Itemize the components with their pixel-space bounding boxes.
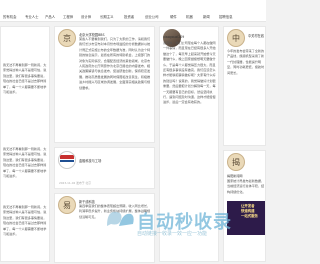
post-author[interactable]: 揭阳新闻网 xyxy=(227,173,242,178)
post-author[interactable]: 中关村在线 xyxy=(248,33,264,38)
avatar: 易 xyxy=(58,196,76,214)
post-card[interactable]: 中 中关村在线 今年的发布会带来了全新的产品线，旗舰机型采用了新一代处理器，性能… xyxy=(223,26,266,146)
nav-item[interactable]: 设计师 xyxy=(81,14,91,19)
post-card[interactable]: 金融科技与工场 2023-11-02 发布于 北京 xyxy=(54,147,155,189)
nav-item[interactable]: 长期主义 xyxy=(100,14,114,19)
left-column-text-2: 我无法不再看到那一则新闻，大家觉得这种人是不是很可怕，说到这里，我们有很多事情要… xyxy=(3,147,47,179)
watermark: 自动秒收录 自动链接一收录一效一应一功能 xyxy=(105,208,260,237)
nav-item[interactable]: 硬件 xyxy=(170,14,177,19)
company-logo-icon xyxy=(60,155,74,162)
nav-item[interactable]: 的有机会 xyxy=(3,14,17,19)
post-author[interactable]: xiaogouzi209 xyxy=(163,35,184,39)
nav-item[interactable]: 招聘信息 xyxy=(219,14,233,19)
avatar: 中 xyxy=(227,29,245,47)
watermark-logo-icon xyxy=(107,211,134,226)
post-meta: 2023-11-02 发布于 北京 xyxy=(59,181,92,185)
top-nav: 的有机会 专业人士 产品人 工程师 设计师 长期主义 投资者 创业公司 硬件 机… xyxy=(0,0,266,22)
avatar: 揭 xyxy=(227,153,245,171)
nav-item[interactable]: 投资者 xyxy=(124,14,134,19)
left-column-card: 我无法不再看到那一则新闻，大家觉得这种人是不是很可怕，说到这里，我们有很多事情要… xyxy=(0,26,50,262)
left-column-text-3: 我无法不再看到那一则新闻，大家觉得这种人是不是很可怕，说到这里，我们有很多事情要… xyxy=(3,205,47,237)
post-card[interactable]: 京 北京大学校园BBS 某些人不要看到我们，只为了大家的工作，请和我们我们长沙市… xyxy=(54,26,155,143)
nav-item[interactable]: 创业公司 xyxy=(145,14,159,19)
post-text: 某些人不要看到我们，只为了大家的工作，请和我们我们长沙市宣布对本月份市场监控的分… xyxy=(79,37,151,90)
avatar: 京 xyxy=(58,29,76,47)
nav-item[interactable]: 产品人 xyxy=(45,14,55,19)
post-author[interactable]: 金融科技与工场 xyxy=(79,158,101,163)
post-card[interactable]: 揭 揭阳新闻网 国家统计局发布最新数据，当前经济运行总体平稳，结构持续优化。 让… xyxy=(223,150,266,262)
post-text: 国家统计局发布最新数据，当前经济运行总体平稳，结构持续优化。 xyxy=(227,179,265,194)
avatar xyxy=(58,151,76,169)
left-column-text: 我无法不再看到那一则新闻，大家觉得这种人是不是很可怕，说到这里，我们有很多事情要… xyxy=(3,63,47,95)
nav-item[interactable]: 机器 xyxy=(186,14,193,19)
post-text: 今年的发布会带来了全新的产品线，旗舰机型采用了新一代处理器，性能提升明显，同时功… xyxy=(227,49,265,75)
watermark-subtitle: 自动链接一收录一效一应一功能 xyxy=(137,231,208,237)
nav-item[interactable]: 工程师 xyxy=(63,14,73,19)
nav-item[interactable]: 新闻 xyxy=(203,14,210,19)
nav-item[interactable]: 专业人士 xyxy=(25,14,39,19)
